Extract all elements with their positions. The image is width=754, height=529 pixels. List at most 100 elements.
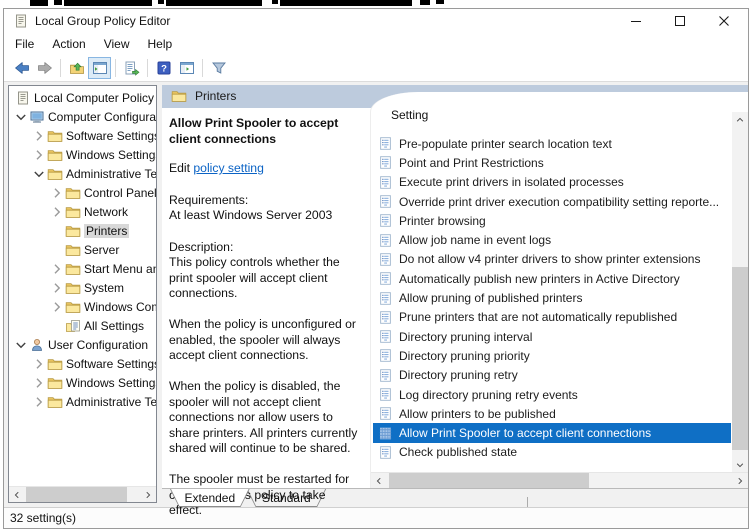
list-item[interactable]: Do not allow v4 printer drivers to show … — [373, 250, 731, 269]
list-item[interactable]: Printer browsing — [373, 211, 731, 230]
list-item-label: Execute print drivers in isolated proces… — [399, 175, 624, 189]
list-item[interactable]: Prune printers that are not automaticall… — [373, 308, 731, 327]
chevron-right-icon[interactable] — [49, 204, 65, 220]
tree-item-windows-settings[interactable]: Windows Settings — [9, 373, 156, 392]
tree-item-label: System — [84, 281, 124, 295]
computer-icon — [29, 109, 45, 125]
chevron-right-icon[interactable] — [31, 356, 47, 372]
tree-item-start-menu-and-taskbar[interactable]: Start Menu and Taskbar — [9, 259, 156, 278]
settings-list-panel: Setting Pre-populate printer search loca… — [370, 92, 748, 488]
forward-button[interactable] — [33, 57, 56, 79]
tab-extended[interactable]: Extended — [170, 489, 250, 507]
chevron-down-icon[interactable] — [31, 166, 47, 182]
policy-setting-link[interactable]: policy setting — [193, 161, 263, 175]
back-button[interactable] — [10, 57, 33, 79]
list-vertical-scrollbar[interactable] — [732, 112, 748, 472]
tree-item-printers[interactable]: Printers — [9, 221, 156, 240]
list-item-label: Directory pruning retry — [399, 368, 518, 382]
up-one-level-button[interactable] — [65, 57, 88, 79]
background-artifact — [420, 0, 430, 5]
help-button[interactable]: ? — [152, 57, 175, 79]
minimize-button[interactable] — [614, 9, 658, 33]
show-console-tree-button[interactable] — [88, 57, 111, 79]
list-item[interactable]: Check published state — [373, 443, 731, 462]
tree-item-label: Network — [84, 205, 128, 219]
list-item[interactable]: Directory pruning interval — [373, 327, 731, 346]
tree-item-windows-settings[interactable]: Windows Settings — [9, 145, 156, 164]
list-item[interactable]: Allow job name in event logs — [373, 230, 731, 249]
list-item[interactable]: Pre-populate printer search location tex… — [373, 134, 731, 153]
chevron-right-icon — [143, 490, 153, 500]
tree-item-label: All Settings — [84, 319, 144, 333]
tree-item-administrative-templates[interactable]: Administrative Templates — [9, 392, 156, 411]
chevron-right-icon[interactable] — [49, 261, 65, 277]
tree-item-software-settings[interactable]: Software Settings — [9, 126, 156, 145]
tree-item-label: Software Settings — [66, 357, 156, 371]
maximize-button[interactable] — [658, 9, 702, 33]
scroll-up-button[interactable] — [732, 112, 748, 127]
column-header-setting[interactable]: Setting — [391, 108, 428, 122]
scrollbar-track[interactable] — [387, 473, 732, 488]
menu-item-view[interactable]: View — [95, 33, 139, 55]
tree-item-user-configuration[interactable]: User Configuration — [9, 335, 156, 354]
scroll-right-button[interactable] — [140, 487, 156, 502]
chevron-right-icon[interactable] — [49, 299, 65, 315]
tree-item-administrative-templates[interactable]: Administrative Templates — [9, 164, 156, 183]
tree-horizontal-scrollbar[interactable] — [9, 486, 156, 502]
status-bar: 32 setting(s) — [4, 507, 748, 528]
chevron-right-icon[interactable] — [31, 375, 47, 391]
scrollbar-thumb[interactable] — [732, 267, 748, 451]
tree-item-all-settings[interactable]: All Settings — [9, 316, 156, 335]
menu-item-action[interactable]: Action — [43, 33, 94, 55]
list-item[interactable]: Directory pruning retry — [373, 366, 731, 385]
tree-item-control-panel[interactable]: Control Panel — [9, 183, 156, 202]
list-item[interactable]: Point and Print Restrictions — [373, 153, 731, 172]
chevron-down-icon[interactable] — [13, 337, 29, 353]
tree-item-local-computer-policy[interactable]: Local Computer Policy — [9, 88, 156, 107]
tree-item-system[interactable]: System — [9, 278, 156, 297]
list-horizontal-scrollbar[interactable] — [371, 472, 748, 488]
chevron-right-icon — [735, 476, 745, 486]
tree-item-computer-configuration[interactable]: Computer Configuration — [9, 107, 156, 126]
chevron-right-icon[interactable] — [31, 394, 47, 410]
list-item-label: Point and Print Restrictions — [399, 156, 544, 170]
scroll-down-button[interactable] — [732, 457, 748, 472]
menu-item-file[interactable]: File — [6, 33, 43, 55]
folder-icon — [47, 128, 63, 144]
tree-item-label: Computer Configuration — [48, 110, 156, 124]
chevron-right-icon[interactable] — [31, 147, 47, 163]
policy-icon — [378, 136, 393, 151]
scrollbar-thumb[interactable] — [389, 473, 589, 488]
title-bar[interactable]: Local Group Policy Editor — [4, 9, 748, 33]
close-button[interactable] — [702, 9, 746, 33]
scroll-right-button[interactable] — [732, 473, 748, 488]
list-item[interactable]: Directory pruning priority — [373, 346, 731, 365]
list-item-label: Directory pruning priority — [399, 349, 530, 363]
chevron-right-icon[interactable] — [49, 280, 65, 296]
list-item[interactable]: Allow pruning of published printers — [373, 288, 731, 307]
filter-button[interactable] — [207, 57, 230, 79]
show-window-button[interactable] — [175, 57, 198, 79]
scroll-left-button[interactable] — [9, 487, 25, 502]
tree-item-software-settings[interactable]: Software Settings — [9, 354, 156, 373]
scrollbar-thumb[interactable] — [26, 487, 127, 502]
tree-item-network[interactable]: Network — [9, 202, 156, 221]
list-item[interactable]: Automatically publish new printers in Ac… — [373, 269, 731, 288]
app-icon — [13, 13, 29, 29]
list-item[interactable]: Override print driver execution compatib… — [373, 192, 731, 211]
tree-item-windows-components[interactable]: Windows Components — [9, 297, 156, 316]
export-list-button[interactable] — [120, 57, 143, 79]
chevron-down-icon[interactable] — [13, 109, 29, 125]
scroll-left-button[interactable] — [371, 473, 387, 488]
list-item[interactable]: Allow printers to be published — [373, 404, 731, 423]
scrollbar-track[interactable] — [25, 487, 140, 502]
menu-item-help[interactable]: Help — [139, 33, 182, 55]
chevron-right-icon[interactable] — [49, 185, 65, 201]
list-item[interactable]: Log directory pruning retry events — [373, 385, 731, 404]
list-item[interactable]: Execute print drivers in isolated proces… — [373, 173, 731, 192]
requirements-text: At least Windows Server 2003 — [169, 208, 358, 224]
list-item[interactable]: Allow Print Spooler to accept client con… — [373, 423, 731, 442]
minimize-icon — [630, 15, 642, 27]
chevron-right-icon[interactable] — [31, 128, 47, 144]
tree-item-server[interactable]: Server — [9, 240, 156, 259]
